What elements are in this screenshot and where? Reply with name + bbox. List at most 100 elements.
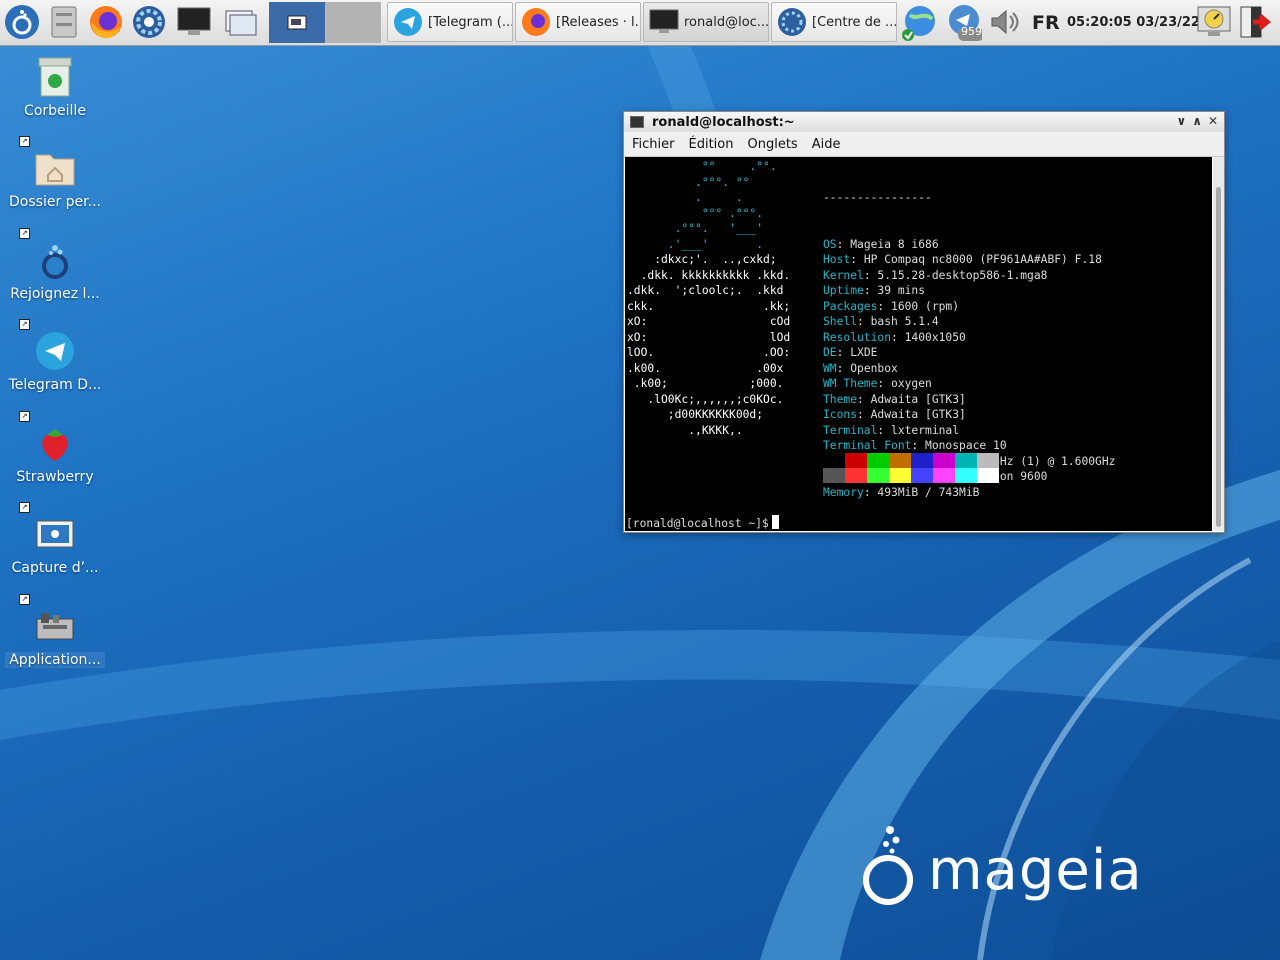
desktop-icon-applications[interactable]: ↗ Application... [5,594,105,684]
info-key: Uptime [823,284,864,297]
control-center-icon [776,6,808,38]
terminal-icon [648,6,680,38]
logo-line: ckk. .kk; [627,299,791,313]
desktop-icon-home-folder[interactable]: ↗ Dossier per... [5,136,105,226]
info-value: : bash 5.1.4 [857,315,939,328]
logo-line: .dkk. kkkkkkkkkk .kkd. [627,268,791,282]
home-folder-icon: ↗ [19,136,77,190]
color-palette [823,453,999,483]
logo-line: xO: cOd [627,315,791,328]
palette-row-bottom [823,468,999,483]
logo-line: .°°°. '___' [627,222,764,235]
info-line: WM Theme: oxygen [823,376,1115,392]
desktop-icon-trash[interactable]: Corbeille [5,55,105,135]
desktop-icon-screenshot[interactable]: ↗ Capture d’... [5,502,105,592]
terminal-titlebar[interactable]: ronald@localhost:~ ∨ ∧ ✕ [624,112,1224,132]
info-key: DE [823,346,837,359]
link-arrow-icon: ↗ [19,136,30,147]
menu-edition[interactable]: Édition [689,137,734,152]
clock[interactable]: 05:20:05 03/23/22 [1067,0,1200,45]
terminal-title: ronald@localhost:~ [652,114,795,130]
shell-prompt[interactable]: [ronald@localhost ~]$ [626,515,779,531]
logo-line: .'___' . [627,237,764,251]
link-arrow-icon: ↗ [19,228,30,239]
palette-swatch [977,453,999,468]
neofetch-logo: °° .°°. .°°°. °° . . °°° .°°°. .°°°. '__… [627,159,790,438]
info-line: Uptime: 39 mins [823,283,1115,299]
palette-swatch [845,468,867,483]
firefox-icon[interactable] [87,3,125,41]
keyboard-layout-indicator[interactable]: FR [1032,0,1060,45]
logo-line: .dkk. ';cloolc;. .kkd [627,284,784,297]
terminal-output[interactable]: °° .°°. .°°°. °° . . °°° .°°°. .°°°. '__… [625,157,1212,531]
info-key: Shell [823,315,858,328]
info-line: Packages: 1600 (rpm) [823,299,1115,315]
task-control-center[interactable]: [Centre de ... [771,2,897,42]
logo-line: .k00; ;000. [627,377,784,390]
mageia-menu-icon[interactable] [3,3,41,41]
show-desktop-icon[interactable] [222,3,260,41]
file-manager-icon[interactable] [45,3,83,41]
screenshot-icon: ↗ [19,502,77,556]
info-key: Packages [823,299,878,313]
palette-swatch [845,453,867,468]
telegram-icon [392,6,424,38]
desktop-icon-label: Capture d’... [11,560,99,576]
volume-icon[interactable] [985,3,1023,41]
network-icon[interactable] [900,3,938,41]
info-key: Terminal [823,423,878,437]
palette-swatch [889,468,911,483]
logo-line: lOO. .OO: [627,346,791,359]
logout-icon[interactable] [1236,3,1274,41]
task-label: [Centre de ... [812,14,897,30]
menu-onglets[interactable]: Onglets [747,137,797,152]
info-line: Icons: Adwaita [GTK3] [823,407,1115,423]
logo-line: .,KKKK,. [627,423,743,437]
link-arrow-icon: ↗ [19,319,30,330]
control-center-icon[interactable] [130,3,168,41]
info-key: Icons [823,408,858,421]
palette-swatch [911,453,933,468]
task-telegram[interactable]: [Telegram (... [387,2,513,42]
desktop-icon-label: Corbeille [24,103,86,119]
workspace-2[interactable] [325,2,381,43]
terminal-window[interactable]: ronald@localhost:~ ∨ ∧ ✕ Fichier Édition… [623,111,1225,533]
workspace-1[interactable] [269,2,325,43]
minimize-icon[interactable]: ∨ [1176,114,1186,128]
workspace-pager[interactable] [269,2,381,43]
desktop-icon-label: Dossier per... [9,194,101,210]
palette-swatch [955,468,977,483]
maximize-icon[interactable]: ∧ [1192,114,1202,128]
info-line: Shell: bash 5.1.4 [823,314,1115,330]
info-key: Resolution [823,330,892,344]
menu-aide[interactable]: Aide [812,137,841,152]
updates-icon[interactable]: 959 [944,3,982,41]
task-terminal[interactable]: ronald@loc... [643,2,769,42]
scrollbar-thumb[interactable] [1216,187,1221,527]
link-arrow-icon: ↗ [19,502,30,513]
desktop-icon-telegram[interactable]: ↗ Telegram D... [5,319,105,409]
info-key: Theme [823,392,858,406]
system-monitor-icon[interactable] [1195,3,1233,41]
task-firefox[interactable]: [Releases · l... [515,2,641,42]
palette-swatch [867,453,889,468]
terminal-scrollbar[interactable] [1213,157,1224,531]
terminal-launcher-icon[interactable] [175,3,213,41]
desktop-icon-label: Rejoignez l... [10,286,100,302]
terminal-menubar: Fichier Édition Onglets Aide [624,132,1224,157]
mageia-wordmark: mageia [928,838,1143,903]
applications-icon: ↗ [19,594,77,648]
info-value: : 1600 (rpm) [877,299,960,313]
desktop-icon-join-mageia[interactable]: ↗ Rejoignez l... [5,228,105,318]
terminal-icon [630,116,644,128]
info-value: : Mageia 8 i686 [836,237,939,251]
desktop-icon-strawberry[interactable]: ↗ Strawberry [5,411,105,501]
close-icon[interactable]: ✕ [1208,114,1218,128]
desktop-icon-label: Strawberry [16,469,94,485]
info-value: : Adwaita [GTK3] [857,408,966,421]
info-value: : 39 mins [863,284,926,297]
update-count-badge: 959 [961,25,982,38]
menu-fichier[interactable]: Fichier [632,137,675,152]
text-cursor [771,515,779,529]
info-value: : LXDE [836,346,878,359]
